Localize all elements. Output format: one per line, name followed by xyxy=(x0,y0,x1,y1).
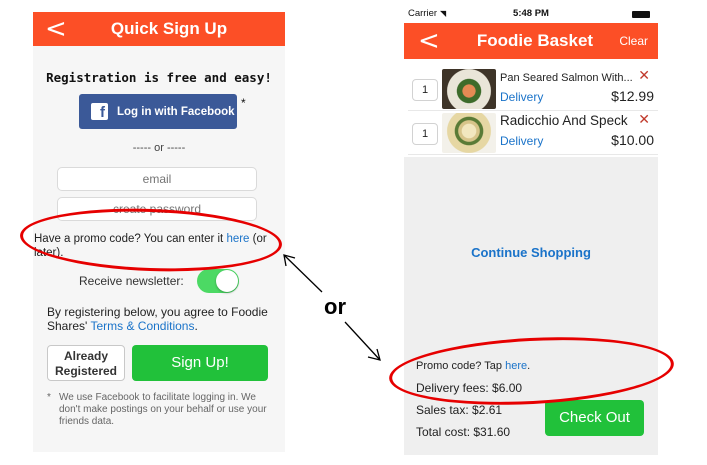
arrow-to-right-icon xyxy=(344,321,381,361)
annotation-arrows xyxy=(283,254,381,361)
arrow-to-left-icon xyxy=(283,254,323,293)
or-label: or xyxy=(324,294,346,319)
